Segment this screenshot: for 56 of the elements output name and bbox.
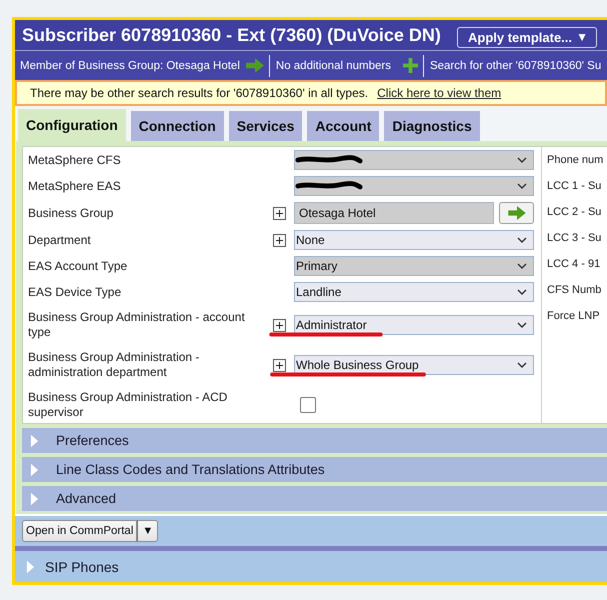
field-label: Business Group Administration - administration department [27,349,200,381]
section-header[interactable]: Preferences [22,428,607,453]
field-label: LCC 2 - Su [547,205,602,220]
field-label: Phone num [547,153,604,168]
add-button[interactable] [273,234,286,246]
chevron-icon [517,183,527,189]
plus-icon [276,322,283,328]
arrow-icon [508,206,526,220]
add-button[interactable] [273,318,286,332]
notice-text: There may be other search results for '6078910360' in all types. [30,86,368,100]
info-text: Member of Business Group: Otesaga Hotel [20,60,240,72]
info-text: No additional numbers [276,60,391,72]
go-button[interactable] [499,202,534,224]
apply-template-button[interactable]: Apply template... ▼ [457,26,597,48]
view-results-link[interactable]: Click here to view them [377,86,502,100]
tab[interactable]: Account [307,111,380,141]
chevron-icon [517,362,527,368]
tab[interactable]: Diagnostics [384,111,480,141]
dropdown[interactable]: Whole Business Group [294,355,534,375]
field-label: LCC 1 - Su [547,179,602,194]
tab[interactable]: Services [228,111,302,141]
chevron-icon [517,289,527,295]
dropdown-button[interactable]: ▼ [137,520,158,542]
chevron-icon [517,263,527,269]
dropdown[interactable]: None [294,230,534,250]
field-label: MetaSphere CFS [27,152,122,168]
open-commportal-button[interactable]: Open in CommPortal [22,520,138,542]
field-label: Force LNP [547,309,601,324]
field-label: MetaSphere EAS [27,178,122,194]
tab[interactable]: Configuration [18,109,126,141]
chevron-icon [517,157,527,163]
section-header[interactable]: Advanced [22,486,607,511]
field-label: Business Group Administration - ACD supervisor [27,389,228,421]
info-text: Search for other '6078910360' Su [430,60,602,72]
plus-icon [276,236,283,244]
plus-icon[interactable] [402,58,418,73]
checkbox[interactable] [300,397,316,413]
field-label: Business Group Administration - account type [27,309,246,341]
window-title: Subscriber 6078910360 - Ext (7360) (DuVoice DN) [22,24,441,46]
chevron-icon [517,322,527,328]
field-label: EAS Device Type [27,284,122,300]
tab[interactable]: Connection [130,111,224,141]
section-header[interactable]: Line Class Codes and Translations Attributes [22,457,607,482]
field-label: EAS Account Type [27,258,128,274]
plus-icon [276,210,283,216]
field-label: CFS Numb [547,283,602,298]
dropdown[interactable]: Landline [294,282,534,302]
plus-icon [276,362,283,368]
field-label: Department [27,232,92,248]
section-header[interactable]: SIP Phones [15,551,607,582]
field-label: Business Group [27,204,114,222]
field-label: LCC 3 - Su [547,231,602,246]
add-button[interactable] [273,358,286,372]
field-label: LCC 4 - 91 [547,257,602,272]
dropdown[interactable]: Administrator [294,315,534,335]
chevron-icon [517,237,527,243]
